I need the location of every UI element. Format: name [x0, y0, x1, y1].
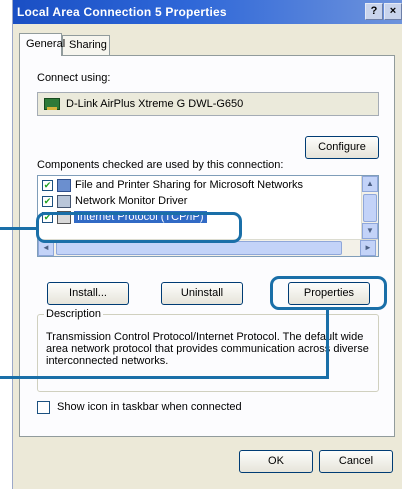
callout-properties-highlight [270, 276, 387, 310]
scroll-right-icon[interactable]: ► [360, 240, 376, 256]
title-bar[interactable]: Local Area Connection 5 Properties ? × [13, 0, 402, 24]
callout-line [0, 376, 329, 379]
component-label: Network Monitor Driver [75, 195, 188, 207]
components-label: Components checked are used by this conn… [37, 159, 284, 171]
vertical-scrollbar[interactable]: ▲ ▼ [361, 176, 378, 240]
show-icon-checkbox[interactable] [37, 401, 50, 414]
scroll-up-icon[interactable]: ▲ [362, 176, 378, 192]
show-icon-label: Show icon in taskbar when connected [57, 401, 242, 413]
ok-button[interactable]: OK [239, 450, 313, 473]
list-item[interactable]: ✔ Network Monitor Driver [40, 194, 358, 210]
network-card-icon [44, 98, 60, 110]
tab-general[interactable]: General [19, 33, 65, 56]
description-legend: Description [44, 308, 104, 320]
general-panel: Connect using: D-Link AirPlus Xtreme G D… [19, 55, 395, 437]
window-title: Local Area Connection 5 Properties [17, 5, 227, 19]
uninstall-button[interactable]: Uninstall [161, 282, 243, 305]
tab-sharing[interactable]: Sharing [62, 35, 110, 55]
scroll-thumb[interactable] [56, 241, 342, 255]
description-text: Transmission Control Protocol/Internet P… [46, 331, 369, 367]
install-button[interactable]: Install... [47, 282, 129, 305]
configure-button[interactable]: Configure [305, 136, 379, 159]
scroll-down-icon[interactable]: ▼ [362, 223, 378, 239]
callout-tcpip-highlight [36, 212, 242, 243]
monitor-icon [57, 195, 71, 208]
checkbox-checked[interactable]: ✔ [42, 196, 53, 207]
list-item[interactable]: ✔ File and Printer Sharing for Microsoft… [40, 178, 358, 194]
cancel-button[interactable]: Cancel [319, 450, 393, 473]
checkbox-checked[interactable]: ✔ [42, 180, 53, 191]
adapter-field: D-Link AirPlus Xtreme G DWL-G650 [37, 92, 379, 116]
component-label: File and Printer Sharing for Microsoft N… [75, 179, 304, 191]
scroll-thumb[interactable] [363, 194, 377, 222]
connect-using-label: Connect using: [37, 72, 111, 84]
callout-line [326, 309, 329, 379]
adapter-name: D-Link AirPlus Xtreme G DWL-G650 [66, 98, 244, 110]
help-button[interactable]: ? [365, 3, 383, 20]
callout-line [0, 227, 37, 230]
properties-dialog: Local Area Connection 5 Properties ? × G… [12, 0, 402, 489]
share-icon [57, 179, 71, 192]
close-button[interactable]: × [384, 3, 402, 20]
